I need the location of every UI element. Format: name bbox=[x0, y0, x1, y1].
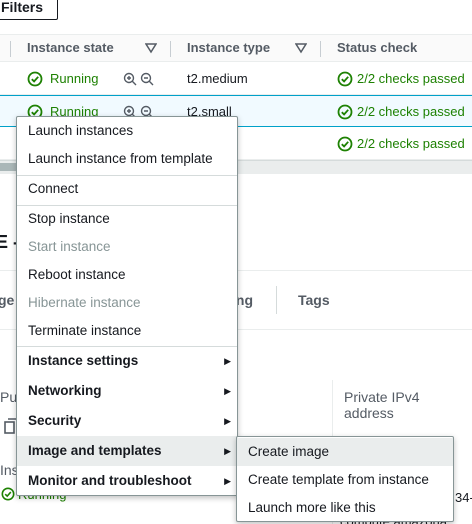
column-header-instance-type[interactable]: Instance type bbox=[187, 35, 270, 63]
success-check-icon bbox=[27, 71, 43, 87]
menu-item-label: Networking bbox=[28, 383, 102, 398]
public-label: Pu bbox=[0, 389, 18, 405]
sort-down-icon[interactable] bbox=[145, 42, 157, 54]
column-separator bbox=[10, 41, 11, 57]
success-check-icon bbox=[337, 71, 353, 87]
image-and-templates-submenu: Create image Create template from instan… bbox=[236, 436, 454, 522]
filters-button-label: Filters bbox=[1, 0, 44, 15]
column-separator bbox=[320, 41, 321, 57]
menu-item-reboot-instance[interactable]: Reboot instance bbox=[17, 261, 237, 289]
menu-item-image-and-templates[interactable]: Image and templates ▶ bbox=[17, 436, 237, 466]
menu-item-start-instance: Start instance bbox=[28, 239, 111, 254]
zoom-out-icon[interactable] bbox=[140, 72, 154, 86]
menu-item-label: Monitor and troubleshoot bbox=[28, 473, 192, 488]
private-ipv4-label: Private IPv4 address bbox=[344, 389, 420, 421]
status-check-value: 2/2 checks passed bbox=[357, 104, 465, 119]
menu-item-label: Instance settings bbox=[28, 353, 139, 368]
menu-item-label: Image and templates bbox=[28, 443, 162, 458]
submenu-item-create-template-from-instance[interactable]: Create template from instance bbox=[237, 466, 453, 494]
instance-type-value: t2.medium bbox=[187, 71, 248, 86]
menu-item-terminate-instance[interactable]: Terminate instance bbox=[17, 317, 237, 345]
table-row[interactable]: Running t2.medium 2/2 checks passed bbox=[0, 63, 472, 95]
menu-item-hibernate-instance: Hibernate instance bbox=[28, 295, 141, 310]
status-check-value: 2/2 checks passed bbox=[357, 136, 465, 151]
menu-item-launch-instances[interactable]: Launch instances bbox=[17, 117, 237, 145]
sort-down-icon[interactable] bbox=[295, 42, 307, 54]
tab-separator bbox=[276, 286, 277, 314]
submenu-item-launch-more-like-this[interactable]: Launch more like this bbox=[237, 494, 453, 522]
instance-actions-menu: Launch instances Launch instance from te… bbox=[16, 116, 238, 496]
status-check-value: 2/2 checks passed bbox=[357, 71, 465, 86]
success-check-icon bbox=[1, 487, 15, 501]
tab-tags[interactable]: Tags bbox=[298, 292, 330, 308]
menu-item-label: Security bbox=[28, 413, 82, 428]
column-header-status-check[interactable]: Status check bbox=[337, 35, 417, 63]
menu-item-launch-from-template[interactable]: Launch instance from template bbox=[17, 145, 237, 173]
success-check-icon bbox=[337, 104, 353, 120]
submenu-arrow-icon: ▶ bbox=[224, 386, 231, 396]
column-header-instance-state[interactable]: Instance state bbox=[27, 35, 114, 63]
submenu-arrow-icon: ▶ bbox=[224, 476, 231, 486]
dns-fragment: 34- bbox=[455, 490, 472, 505]
filters-button[interactable]: Filters bbox=[0, 0, 58, 20]
success-check-icon bbox=[337, 136, 353, 152]
submenu-arrow-icon: ▶ bbox=[224, 416, 231, 426]
table-header: Instance state Instance type Status chec… bbox=[0, 34, 472, 62]
menu-item-stop-instance[interactable]: Stop instance bbox=[17, 205, 237, 233]
submenu-arrow-icon: ▶ bbox=[224, 356, 231, 366]
column-separator bbox=[170, 41, 171, 57]
zoom-in-icon[interactable] bbox=[123, 72, 137, 86]
submenu-item-create-image[interactable]: Create image bbox=[237, 438, 453, 466]
menu-item-monitor-and-troubleshoot[interactable]: Monitor and troubleshoot ▶ bbox=[17, 466, 237, 496]
tab-partial[interactable]: ge bbox=[0, 292, 14, 308]
submenu-arrow-icon: ▶ bbox=[224, 446, 231, 456]
menu-item-security[interactable]: Security ▶ bbox=[17, 406, 237, 436]
menu-item-instance-settings[interactable]: Instance settings ▶ bbox=[17, 346, 237, 376]
instance-state-value: Running bbox=[50, 71, 99, 86]
menu-item-connect[interactable]: Connect bbox=[17, 175, 237, 203]
menu-item-networking[interactable]: Networking ▶ bbox=[17, 376, 237, 406]
